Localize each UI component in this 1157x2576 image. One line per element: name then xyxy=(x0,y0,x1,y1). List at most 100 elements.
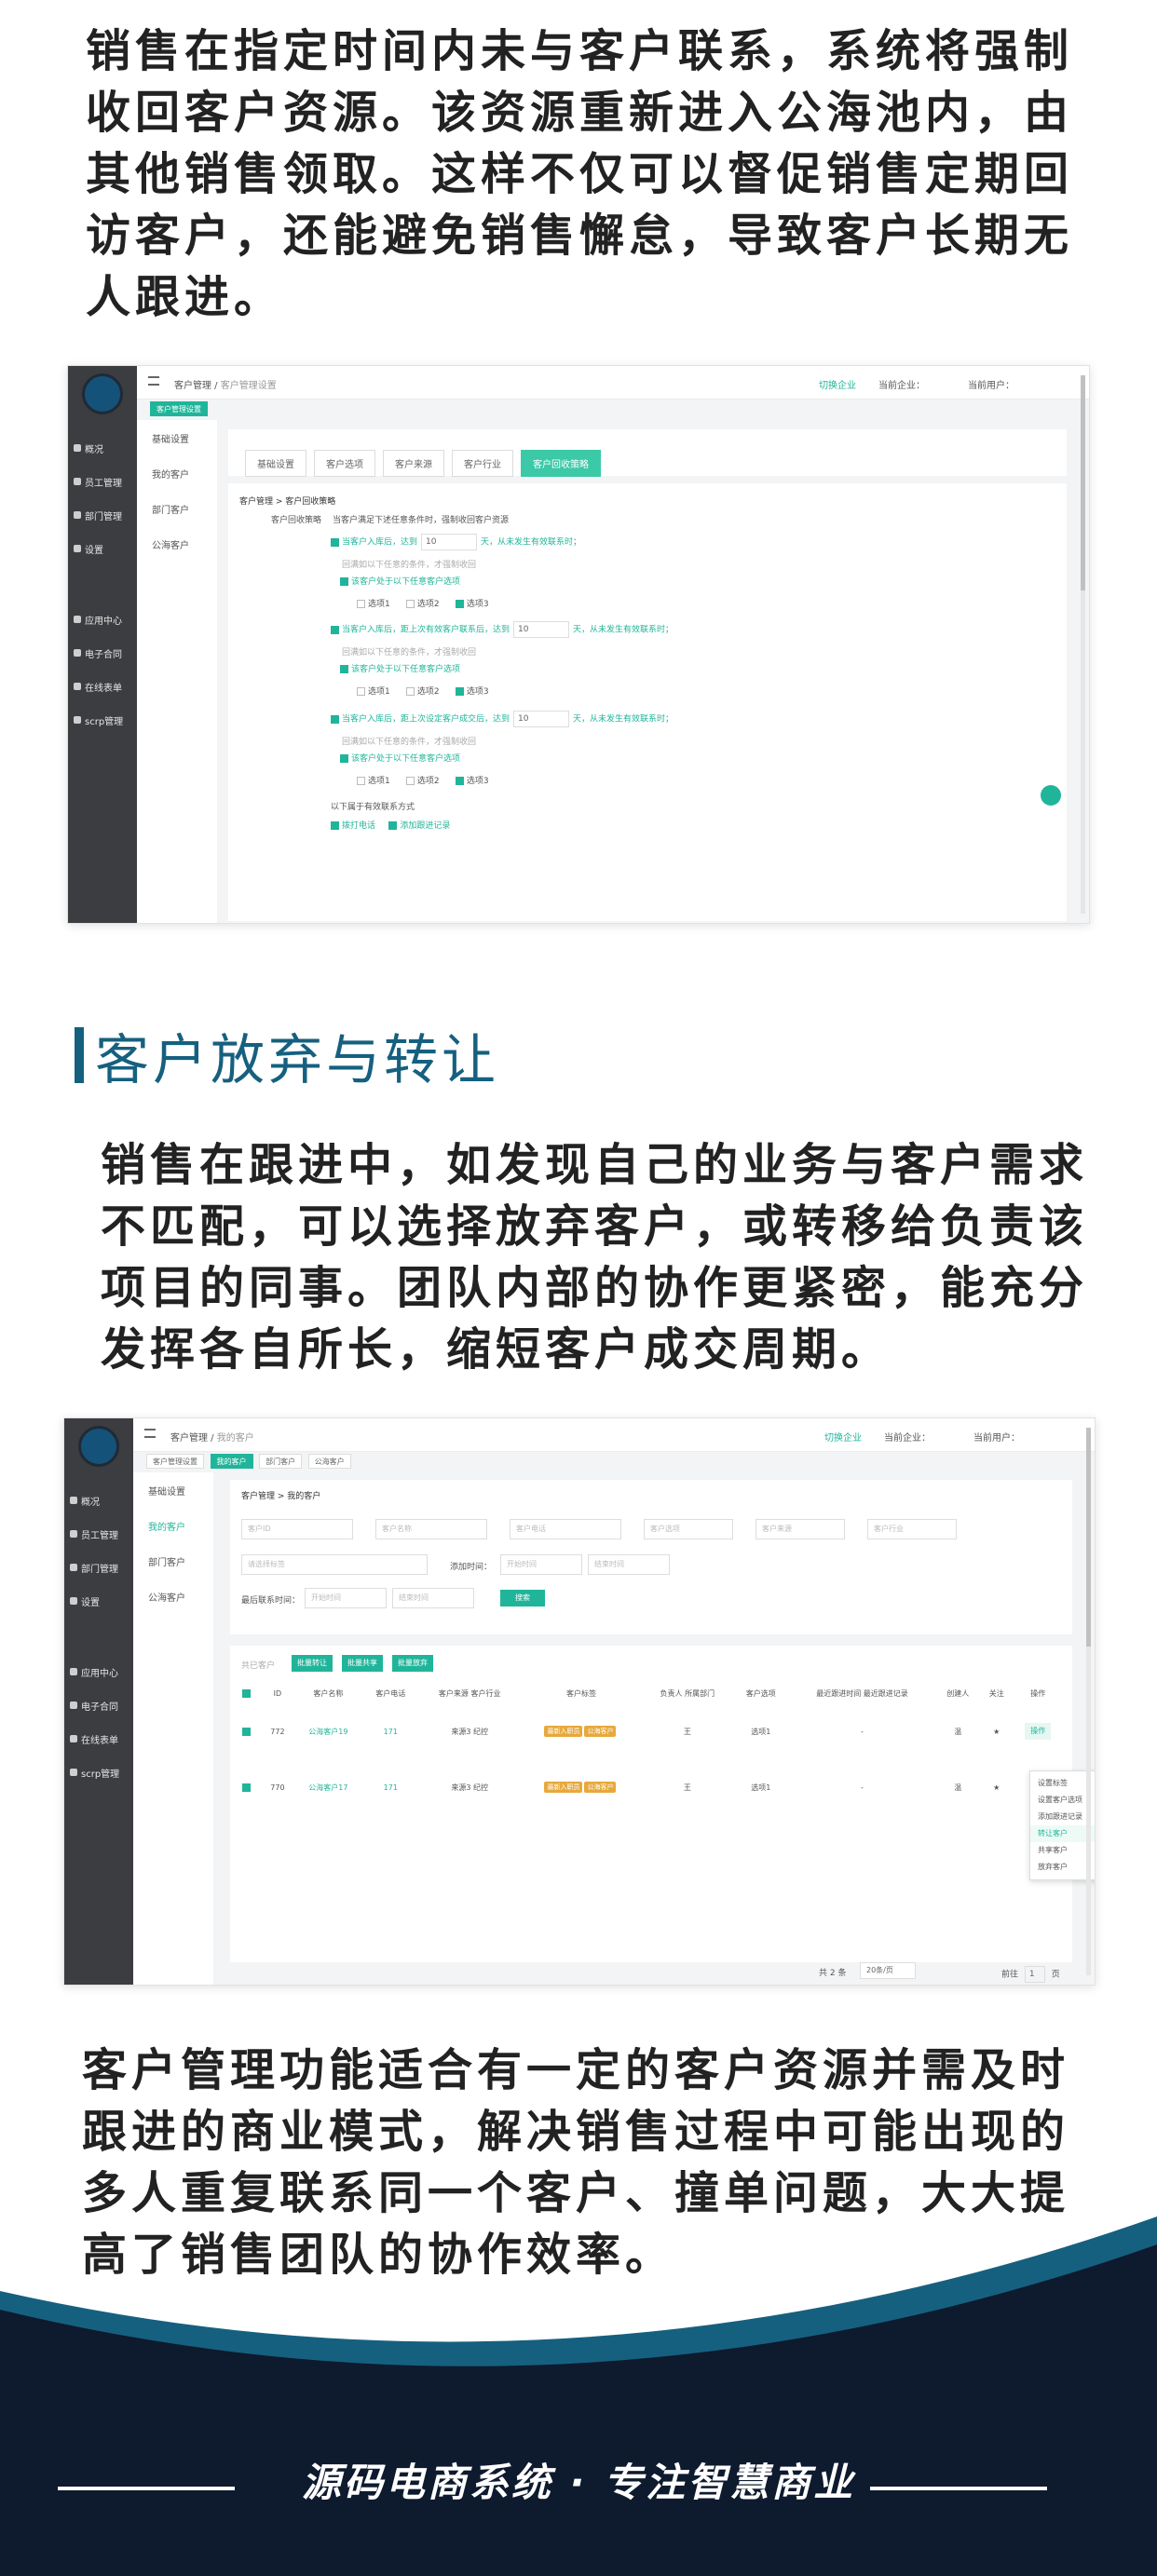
menu-icon[interactable] xyxy=(144,1429,156,1438)
sidebar-item[interactable]: scrp管理 xyxy=(64,1756,133,1789)
checkbox-icon xyxy=(405,687,415,696)
checkbox-icon xyxy=(388,821,398,830)
checkbox-icon xyxy=(455,777,464,785)
sidebar-item[interactable]: 部门管理 xyxy=(68,498,137,532)
scrollbar[interactable] xyxy=(1081,375,1085,914)
bulk-share-button[interactable]: 批量共享 xyxy=(342,1655,383,1672)
sub-nav-item[interactable]: 部门客户 xyxy=(133,1543,213,1579)
last-contact-start[interactable]: 开始时间 xyxy=(305,1588,387,1608)
sub-nav-item[interactable]: 部门客户 xyxy=(137,491,217,526)
apps-icon xyxy=(74,616,81,623)
rule2-subcheck[interactable]: 该客户处于以下任意客户选项 xyxy=(340,662,460,674)
last-contact-end[interactable]: 结束时间 xyxy=(392,1588,474,1608)
filter-tags[interactable]: 请选择标签 xyxy=(241,1554,428,1575)
section-head: 客户管理 > 客户回收策略 xyxy=(239,497,336,507)
sub-nav-item[interactable]: 我的客户 xyxy=(137,455,217,491)
rule3-options[interactable]: 选项1 选项2 选项3 xyxy=(357,774,489,786)
table-row[interactable]: 770 公海客户17 171 来源3 纪控 最新入职员 公海客户 王 选项1 - … xyxy=(234,1759,1063,1815)
rule1-options[interactable]: 选项1 选项2 选项3 xyxy=(357,597,489,609)
checkbox-icon xyxy=(331,625,339,634)
pager-size-select[interactable]: 20条/页 xyxy=(860,1962,916,1979)
star-icon[interactable]: ★ xyxy=(993,1728,1000,1736)
bulk-transfer-button[interactable]: 批量转让 xyxy=(292,1655,333,1672)
sidebar-item[interactable]: 部门管理 xyxy=(64,1551,133,1584)
customer-table: ID 客户名称 客户电话 客户来源 客户行业 客户标签 负责人 所属部门 客户选… xyxy=(234,1683,1063,1815)
sidebar-item[interactable]: 电子合同 xyxy=(68,636,137,670)
page-tag[interactable]: 我的客户 xyxy=(210,1454,253,1469)
filter-name[interactable]: 客户名称 xyxy=(375,1519,487,1539)
checkbox-icon xyxy=(340,665,348,673)
sidebar-item[interactable]: 应用中心 xyxy=(64,1655,133,1688)
rule2-days-input[interactable]: 10 xyxy=(513,621,570,638)
contact-options[interactable]: 拨打电话 添加跟进记录 xyxy=(331,819,450,831)
rule2[interactable]: 当客户入库后，距上次有效客户联系后，达到 10 天，从未发生有效联系时； xyxy=(331,621,674,638)
sidebar-item[interactable]: 电子合同 xyxy=(64,1688,133,1722)
sidebar-item[interactable]: 应用中心 xyxy=(68,603,137,636)
scrollbar[interactable] xyxy=(1086,1428,1091,1975)
tab-basic[interactable]: 基础设置 xyxy=(245,450,306,477)
section-head: 客户管理 > 我的客户 xyxy=(241,1492,321,1501)
app-sidebar: 概况 员工管理 部门管理 设置 应用中心 电子合同 在线表单 scrp管理 xyxy=(64,1418,133,1985)
filter-phone[interactable]: 客户电话 xyxy=(510,1519,621,1539)
current-user-label: 当前用户： xyxy=(968,381,1014,391)
search-button[interactable]: 搜索 xyxy=(500,1590,545,1607)
sidebar-item[interactable]: 员工管理 xyxy=(68,465,137,498)
breadcrumb: 客户管理 / 客户管理设置 xyxy=(174,381,277,391)
rule3[interactable]: 当客户入库后，距上次设定客户成交后，达到 10 天，从未发生有效联系时； xyxy=(331,711,674,727)
page-tag[interactable]: 部门客户 xyxy=(259,1454,303,1469)
sub-nav-item[interactable]: 基础设置 xyxy=(137,420,217,455)
page-tag[interactable]: 客户管理设置 xyxy=(150,401,208,416)
sidebar-item[interactable]: 设置 xyxy=(68,532,137,565)
filter-id[interactable]: 客户ID xyxy=(241,1519,353,1539)
sidebar-item[interactable]: 设置 xyxy=(64,1584,133,1618)
scrp-icon xyxy=(70,1769,77,1776)
add-time-start[interactable]: 开始时间 xyxy=(500,1554,582,1575)
sidebar-item[interactable]: 员工管理 xyxy=(64,1517,133,1551)
row-checkbox[interactable] xyxy=(241,1727,251,1736)
sub-nav: 基础设置 我的客户 部门客户 公海客户 xyxy=(133,1472,213,1985)
row-action-button[interactable]: 操作 xyxy=(1025,1723,1052,1740)
row-checkbox[interactable] xyxy=(241,1783,251,1792)
sidebar-item[interactable]: scrp管理 xyxy=(68,703,137,737)
sidebar-item[interactable]: 在线表单 xyxy=(68,670,137,703)
chat-float-icon[interactable] xyxy=(1041,785,1061,806)
page-tags: 客户管理设置 我的客户 部门客户 公海客户 xyxy=(143,1452,1095,1471)
rule3-days-input[interactable]: 10 xyxy=(513,711,570,727)
add-time-end[interactable]: 结束时间 xyxy=(588,1554,670,1575)
select-all-checkbox[interactable] xyxy=(241,1688,251,1698)
form-icon xyxy=(74,683,81,690)
menu-icon[interactable] xyxy=(148,376,159,386)
filter-option[interactable]: 客户选项 xyxy=(644,1519,733,1539)
rule2-options[interactable]: 选项1 选项2 选项3 xyxy=(357,685,489,697)
sidebar-item[interactable]: 概况 xyxy=(64,1484,133,1517)
sub-nav-item[interactable]: 公海客户 xyxy=(137,526,217,562)
switch-company-link[interactable]: 切换企业 xyxy=(819,377,856,391)
filter-industry[interactable]: 客户行业 xyxy=(867,1519,957,1539)
switch-company-link[interactable]: 切换企业 xyxy=(824,1430,862,1444)
checkbox-icon xyxy=(405,777,415,785)
sub-nav-item[interactable]: 基础设置 xyxy=(133,1472,213,1508)
sub-nav-item[interactable]: 公海客户 xyxy=(133,1579,213,1614)
sidebar-item[interactable]: 概况 xyxy=(68,431,137,465)
pager-page-input[interactable]: 1 xyxy=(1024,1966,1045,1983)
dashboard-icon xyxy=(74,444,81,452)
rule3-subcheck[interactable]: 该客户处于以下任意客户选项 xyxy=(340,752,460,764)
col-name: 客户名称 xyxy=(313,1688,344,1698)
tag-badge: 最新入职员 xyxy=(544,1726,583,1737)
page-tag[interactable]: 客户管理设置 xyxy=(146,1454,204,1469)
rule1[interactable]: 当客户入库后，达到 10 天，从未发生有效联系时； xyxy=(331,534,581,550)
tab-source[interactable]: 客户来源 xyxy=(383,450,444,477)
sidebar-item[interactable]: 在线表单 xyxy=(64,1722,133,1756)
rule1-days-input[interactable]: 10 xyxy=(421,534,478,550)
bulk-abandon-button[interactable]: 批量放弃 xyxy=(392,1655,433,1672)
pager-goto[interactable]: 前往 1 页 xyxy=(1001,1966,1060,1983)
page-tag[interactable]: 公海客户 xyxy=(307,1454,351,1469)
star-icon[interactable]: ★ xyxy=(993,1783,1000,1792)
table-row[interactable]: 772 公海客户19 171 来源3 纪控 最新入职员 公海客户 王 选项1 - … xyxy=(234,1703,1063,1759)
tab-recovery[interactable]: 客户回收策略 xyxy=(521,450,601,477)
filter-source[interactable]: 客户来源 xyxy=(755,1519,845,1539)
rule1-subcheck[interactable]: 该客户处于以下任意客户选项 xyxy=(340,575,460,587)
tab-options[interactable]: 客户选项 xyxy=(314,450,375,477)
sub-nav-item[interactable]: 我的客户 xyxy=(133,1508,213,1543)
tab-industry[interactable]: 客户行业 xyxy=(452,450,513,477)
